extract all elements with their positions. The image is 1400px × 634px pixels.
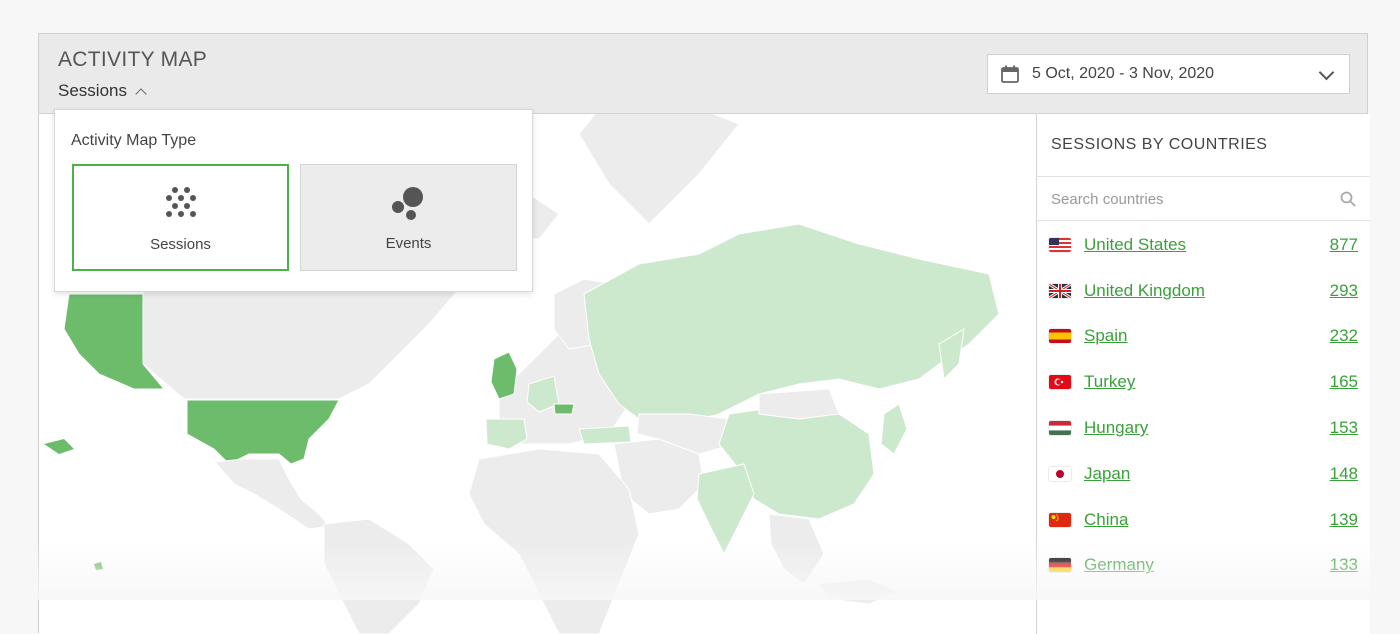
map-region-aleutians	[44, 439, 74, 454]
option-label: Events	[385, 235, 432, 252]
bubbles-icon	[391, 187, 423, 220]
uk-flag-icon	[1049, 283, 1071, 298]
list-item: Spain 232	[1037, 314, 1370, 360]
country-value-link[interactable]: 139	[1330, 510, 1358, 530]
country-value-link[interactable]: 232	[1330, 326, 1358, 346]
countries-sidebar: SESSIONS BY COUNTRIES United States 877 …	[1036, 114, 1370, 634]
map-region-greenland	[578, 114, 740, 225]
map-region-caribbean	[94, 562, 103, 570]
map-region-japan	[880, 403, 908, 455]
country-name-link[interactable]: Spain	[1084, 326, 1127, 346]
country-search	[1037, 176, 1370, 222]
list-item: Hungary 153	[1037, 405, 1370, 451]
date-range-picker[interactable]: 5 Oct, 2020 - 3 Nov, 2020	[987, 54, 1350, 94]
japan-flag-icon	[1049, 466, 1071, 481]
map-region-southeast-asia	[768, 513, 825, 585]
map-region-mongolia	[758, 388, 840, 420]
map-type-events-option[interactable]: Events	[300, 164, 517, 271]
country-name-link[interactable]: United States	[1084, 235, 1186, 255]
list-item: China 139	[1037, 497, 1370, 543]
spain-flag-icon	[1049, 329, 1071, 344]
calendar-icon	[1001, 65, 1019, 83]
country-value-link[interactable]: 877	[1330, 235, 1358, 255]
page-title: ACTIVITY MAP	[58, 48, 208, 71]
map-type-sessions-option[interactable]: Sessions	[72, 164, 289, 271]
panel-header: ACTIVITY MAP Sessions 5 Oct, 2020 - 3 No…	[39, 34, 1367, 114]
germany-flag-icon	[1049, 558, 1071, 573]
date-range-text: 5 Oct, 2020 - 3 Nov, 2020	[1032, 65, 1215, 82]
list-item: United Kingdom 293	[1037, 268, 1370, 314]
countries-list: United States 877 United Kingdom 293 Spa…	[1037, 222, 1370, 588]
map-region-hungary	[553, 403, 575, 415]
hungary-flag-icon	[1049, 421, 1071, 436]
map-region-mexico	[213, 458, 330, 530]
map-region-united-states	[186, 399, 340, 465]
list-item: Japan 148	[1037, 451, 1370, 497]
map-type-label: Sessions	[58, 81, 127, 100]
country-value-link[interactable]: 148	[1330, 464, 1358, 484]
map-type-toggle[interactable]: Sessions	[58, 81, 147, 101]
map-region-africa	[468, 448, 640, 634]
map-region-south-america	[323, 518, 435, 634]
map-region-indonesia	[818, 578, 901, 605]
sidebar-title: SESSIONS BY COUNTRIES	[1051, 136, 1268, 153]
chevron-down-icon	[1318, 64, 1335, 81]
list-item: United States 877	[1037, 222, 1370, 268]
chevron-up-icon	[135, 87, 147, 100]
map-region-turkey	[578, 425, 632, 445]
country-name-link[interactable]: Hungary	[1084, 418, 1148, 438]
list-item: Germany 133	[1037, 543, 1370, 589]
us-flag-icon	[1049, 237, 1071, 252]
country-name-link[interactable]: Turkey	[1084, 372, 1135, 392]
country-value-link[interactable]: 153	[1330, 418, 1358, 438]
country-name-link[interactable]: Germany	[1084, 555, 1154, 575]
country-name-link[interactable]: United Kingdom	[1084, 281, 1205, 301]
map-type-popup: Activity Map Type Sessions Events	[54, 109, 533, 292]
dots-grid-icon	[165, 187, 196, 217]
map-region-india	[696, 463, 755, 556]
china-flag-icon	[1049, 512, 1071, 527]
country-value-link[interactable]: 293	[1330, 281, 1358, 301]
search-countries-input[interactable]	[1037, 177, 1333, 222]
country-value-link[interactable]: 133	[1330, 555, 1358, 575]
map-region-united-kingdom	[490, 351, 518, 400]
country-name-link[interactable]: China	[1084, 510, 1128, 530]
option-label: Sessions	[150, 236, 211, 253]
search-icon[interactable]	[1340, 191, 1356, 207]
country-name-link[interactable]: Japan	[1084, 464, 1130, 484]
list-item: Turkey 165	[1037, 359, 1370, 405]
turkey-flag-icon	[1049, 375, 1071, 390]
popup-title: Activity Map Type	[71, 132, 197, 149]
country-value-link[interactable]: 165	[1330, 372, 1358, 392]
